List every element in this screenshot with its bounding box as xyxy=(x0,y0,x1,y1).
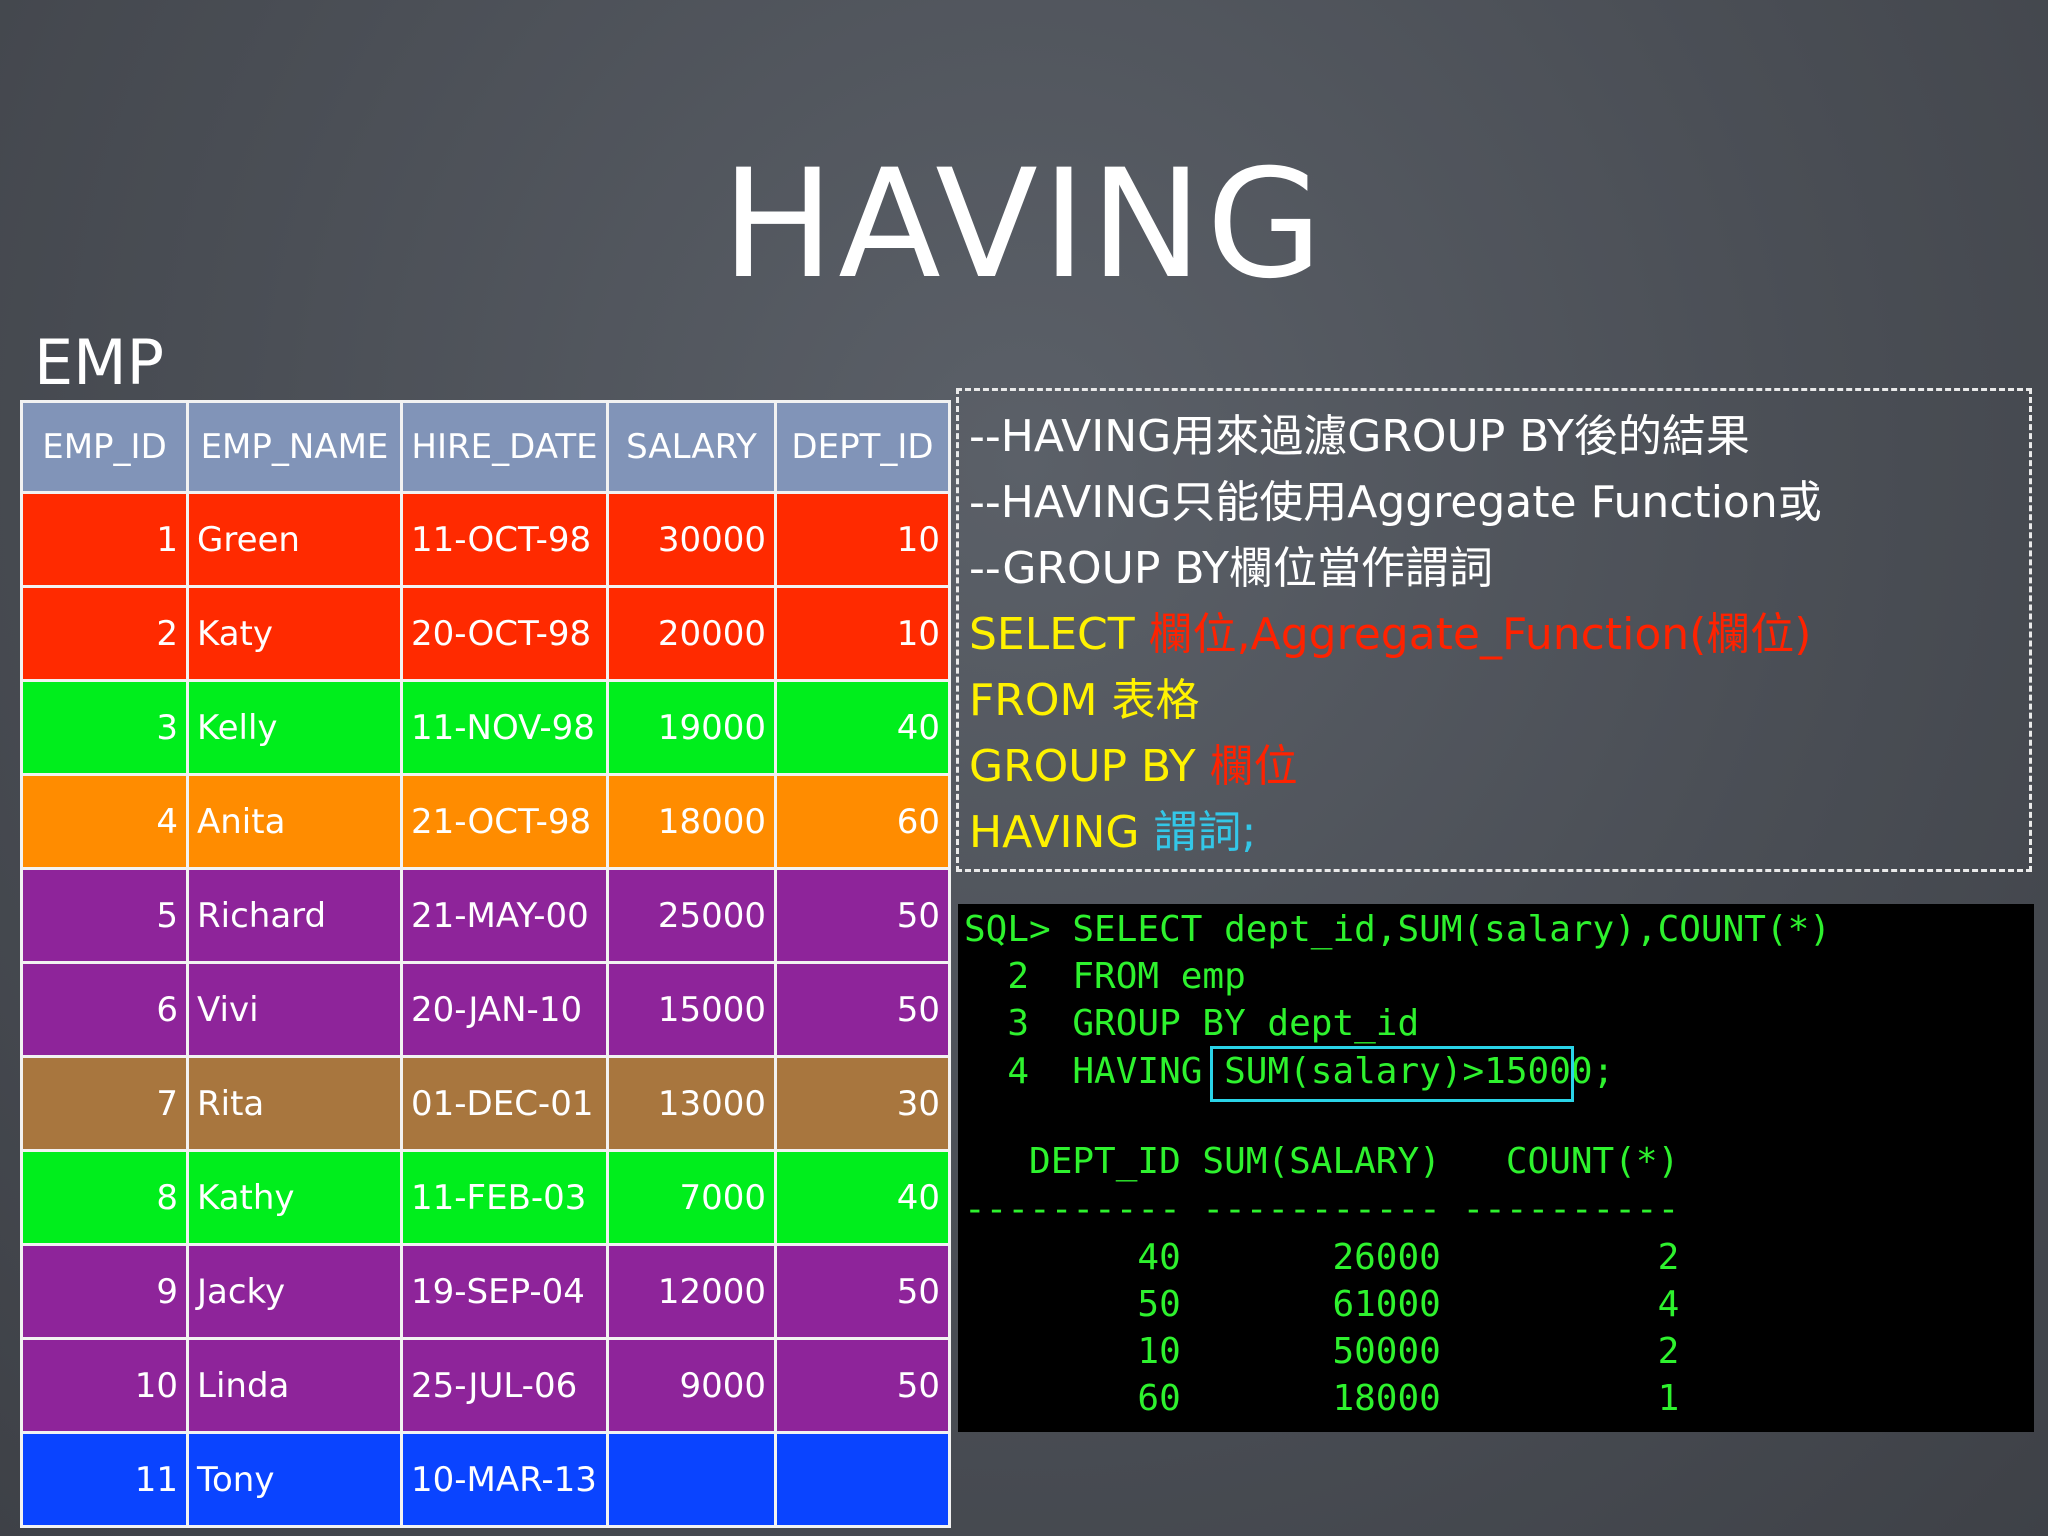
cell-emp-name: Linda xyxy=(186,1337,403,1434)
cell-hire-date: 20-OCT-98 xyxy=(400,585,609,682)
table-row: 10 Linda 25-JUL-06 9000 50 xyxy=(20,1337,951,1434)
cell-emp-name: Jacky xyxy=(186,1243,403,1340)
cell-dept-id xyxy=(774,1431,951,1528)
result-header: DEPT_ID SUM(SALARY) COUNT(*) xyxy=(964,1141,1680,1182)
cell-emp-name: Kelly xyxy=(186,679,403,776)
sql-terminal-output: SQL> SELECT dept_id,SUM(salary),COUNT(*)… xyxy=(958,904,2034,1432)
result-row: 10 50000 2 xyxy=(964,1331,1680,1372)
header-emp-id: EMP_ID xyxy=(20,400,189,494)
having-condition-highlight xyxy=(1210,1046,1574,1102)
cell-emp-name: Kathy xyxy=(186,1149,403,1246)
table-row: 3 Kelly 11-NOV-98 19000 40 xyxy=(20,679,951,776)
cell-dept-id: 40 xyxy=(774,1149,951,1246)
sql-line-3: 3 GROUP BY dept_id xyxy=(964,1003,1420,1044)
result-row: 50 61000 4 xyxy=(964,1284,1680,1325)
cell-hire-date: 20-JAN-10 xyxy=(400,961,609,1058)
cell-dept-id: 50 xyxy=(774,961,951,1058)
comment-line-2: --HAVING只能使用Aggregate Function或 xyxy=(969,477,1822,528)
cell-salary: 20000 xyxy=(606,585,777,682)
sql-line-2: 2 FROM emp xyxy=(964,956,1246,997)
cell-dept-id: 60 xyxy=(774,773,951,870)
cell-salary: 18000 xyxy=(606,773,777,870)
comment-line-1: --HAVING用來過濾GROUP BY後的結果 xyxy=(969,411,1750,462)
table-name-label: EMP xyxy=(34,326,165,399)
cell-salary: 15000 xyxy=(606,961,777,1058)
emp-table: EMP_ID EMP_NAME HIRE_DATE SALARY DEPT_ID… xyxy=(20,400,951,1528)
cell-emp-id: 10 xyxy=(20,1337,189,1434)
cell-dept-id: 30 xyxy=(774,1055,951,1152)
table-row: 6 Vivi 20-JAN-10 15000 50 xyxy=(20,961,951,1058)
cell-salary xyxy=(606,1431,777,1528)
cell-hire-date: 11-OCT-98 xyxy=(400,491,609,588)
syntax-from-line: FROM 表格 xyxy=(969,675,1200,726)
table-row: 2 Katy 20-OCT-98 20000 10 xyxy=(20,585,951,682)
cell-salary: 13000 xyxy=(606,1055,777,1152)
cell-hire-date: 01-DEC-01 xyxy=(400,1055,609,1152)
header-hire-date: HIRE_DATE xyxy=(400,400,609,494)
table-row: 5 Richard 21-MAY-00 25000 50 xyxy=(20,867,951,964)
cell-emp-id: 8 xyxy=(20,1149,189,1246)
header-emp-name: EMP_NAME xyxy=(186,400,403,494)
syntax-select-line: SELECT 欄位,Aggregate_Function(欄位) xyxy=(969,609,1812,660)
table-row: 7 Rita 01-DEC-01 13000 30 xyxy=(20,1055,951,1152)
cell-dept-id: 50 xyxy=(774,1243,951,1340)
cell-emp-id: 1 xyxy=(20,491,189,588)
table-row: 9 Jacky 19-SEP-04 12000 50 xyxy=(20,1243,951,1340)
cell-dept-id: 40 xyxy=(774,679,951,776)
cell-salary: 30000 xyxy=(606,491,777,588)
cell-emp-name: Vivi xyxy=(186,961,403,1058)
table-row: 1 Green 11-OCT-98 30000 10 xyxy=(20,491,951,588)
cell-hire-date: 11-FEB-03 xyxy=(400,1149,609,1246)
cell-emp-name: Rita xyxy=(186,1055,403,1152)
cell-hire-date: 21-MAY-00 xyxy=(400,867,609,964)
cell-emp-name: Green xyxy=(186,491,403,588)
cell-emp-id: 11 xyxy=(20,1431,189,1528)
cell-emp-id: 7 xyxy=(20,1055,189,1152)
syntax-having-line: HAVING 謂詞; xyxy=(969,807,1257,858)
cell-salary: 7000 xyxy=(606,1149,777,1246)
cell-salary: 19000 xyxy=(606,679,777,776)
cell-emp-id: 5 xyxy=(20,867,189,964)
cell-salary: 9000 xyxy=(606,1337,777,1434)
header-salary: SALARY xyxy=(606,400,777,494)
table-row: 11 Tony 10-MAR-13 xyxy=(20,1431,951,1528)
cell-salary: 25000 xyxy=(606,867,777,964)
cell-dept-id: 10 xyxy=(774,585,951,682)
cell-emp-name: Tony xyxy=(186,1431,403,1528)
sql-line-1: SQL> SELECT dept_id,SUM(salary),COUNT(*) xyxy=(964,909,1831,950)
syntax-notes-box: --HAVING用來過濾GROUP BY後的結果 --HAVING只能使用Agg… xyxy=(956,388,2032,872)
cell-hire-date: 10-MAR-13 xyxy=(400,1431,609,1528)
cell-dept-id: 50 xyxy=(774,1337,951,1434)
table-row: 8 Kathy 11-FEB-03 7000 40 xyxy=(20,1149,951,1246)
table-header-row: EMP_ID EMP_NAME HIRE_DATE SALARY DEPT_ID xyxy=(20,400,951,494)
cell-hire-date: 19-SEP-04 xyxy=(400,1243,609,1340)
table-row: 4 Anita 21-OCT-98 18000 60 xyxy=(20,773,951,870)
cell-emp-id: 6 xyxy=(20,961,189,1058)
cell-emp-id: 2 xyxy=(20,585,189,682)
cell-emp-name: Katy xyxy=(186,585,403,682)
result-row: 40 26000 2 xyxy=(964,1237,1680,1278)
cell-salary: 12000 xyxy=(606,1243,777,1340)
cell-hire-date: 25-JUL-06 xyxy=(400,1337,609,1434)
cell-dept-id: 50 xyxy=(774,867,951,964)
slide-title: HAVING xyxy=(721,138,1327,312)
header-dept-id: DEPT_ID xyxy=(774,400,951,494)
syntax-group-by-line: GROUP BY 欄位 xyxy=(969,741,1298,792)
cell-hire-date: 21-OCT-98 xyxy=(400,773,609,870)
cell-emp-name: Anita xyxy=(186,773,403,870)
comment-line-3: --GROUP BY欄位當作謂詞 xyxy=(969,543,1494,594)
cell-emp-id: 9 xyxy=(20,1243,189,1340)
cell-hire-date: 11-NOV-98 xyxy=(400,679,609,776)
cell-dept-id: 10 xyxy=(774,491,951,588)
cell-emp-name: Richard xyxy=(186,867,403,964)
result-divider: ---------- ----------- ---------- xyxy=(964,1189,1680,1230)
cell-emp-id: 3 xyxy=(20,679,189,776)
cell-emp-id: 4 xyxy=(20,773,189,870)
result-row: 60 18000 1 xyxy=(964,1378,1680,1419)
